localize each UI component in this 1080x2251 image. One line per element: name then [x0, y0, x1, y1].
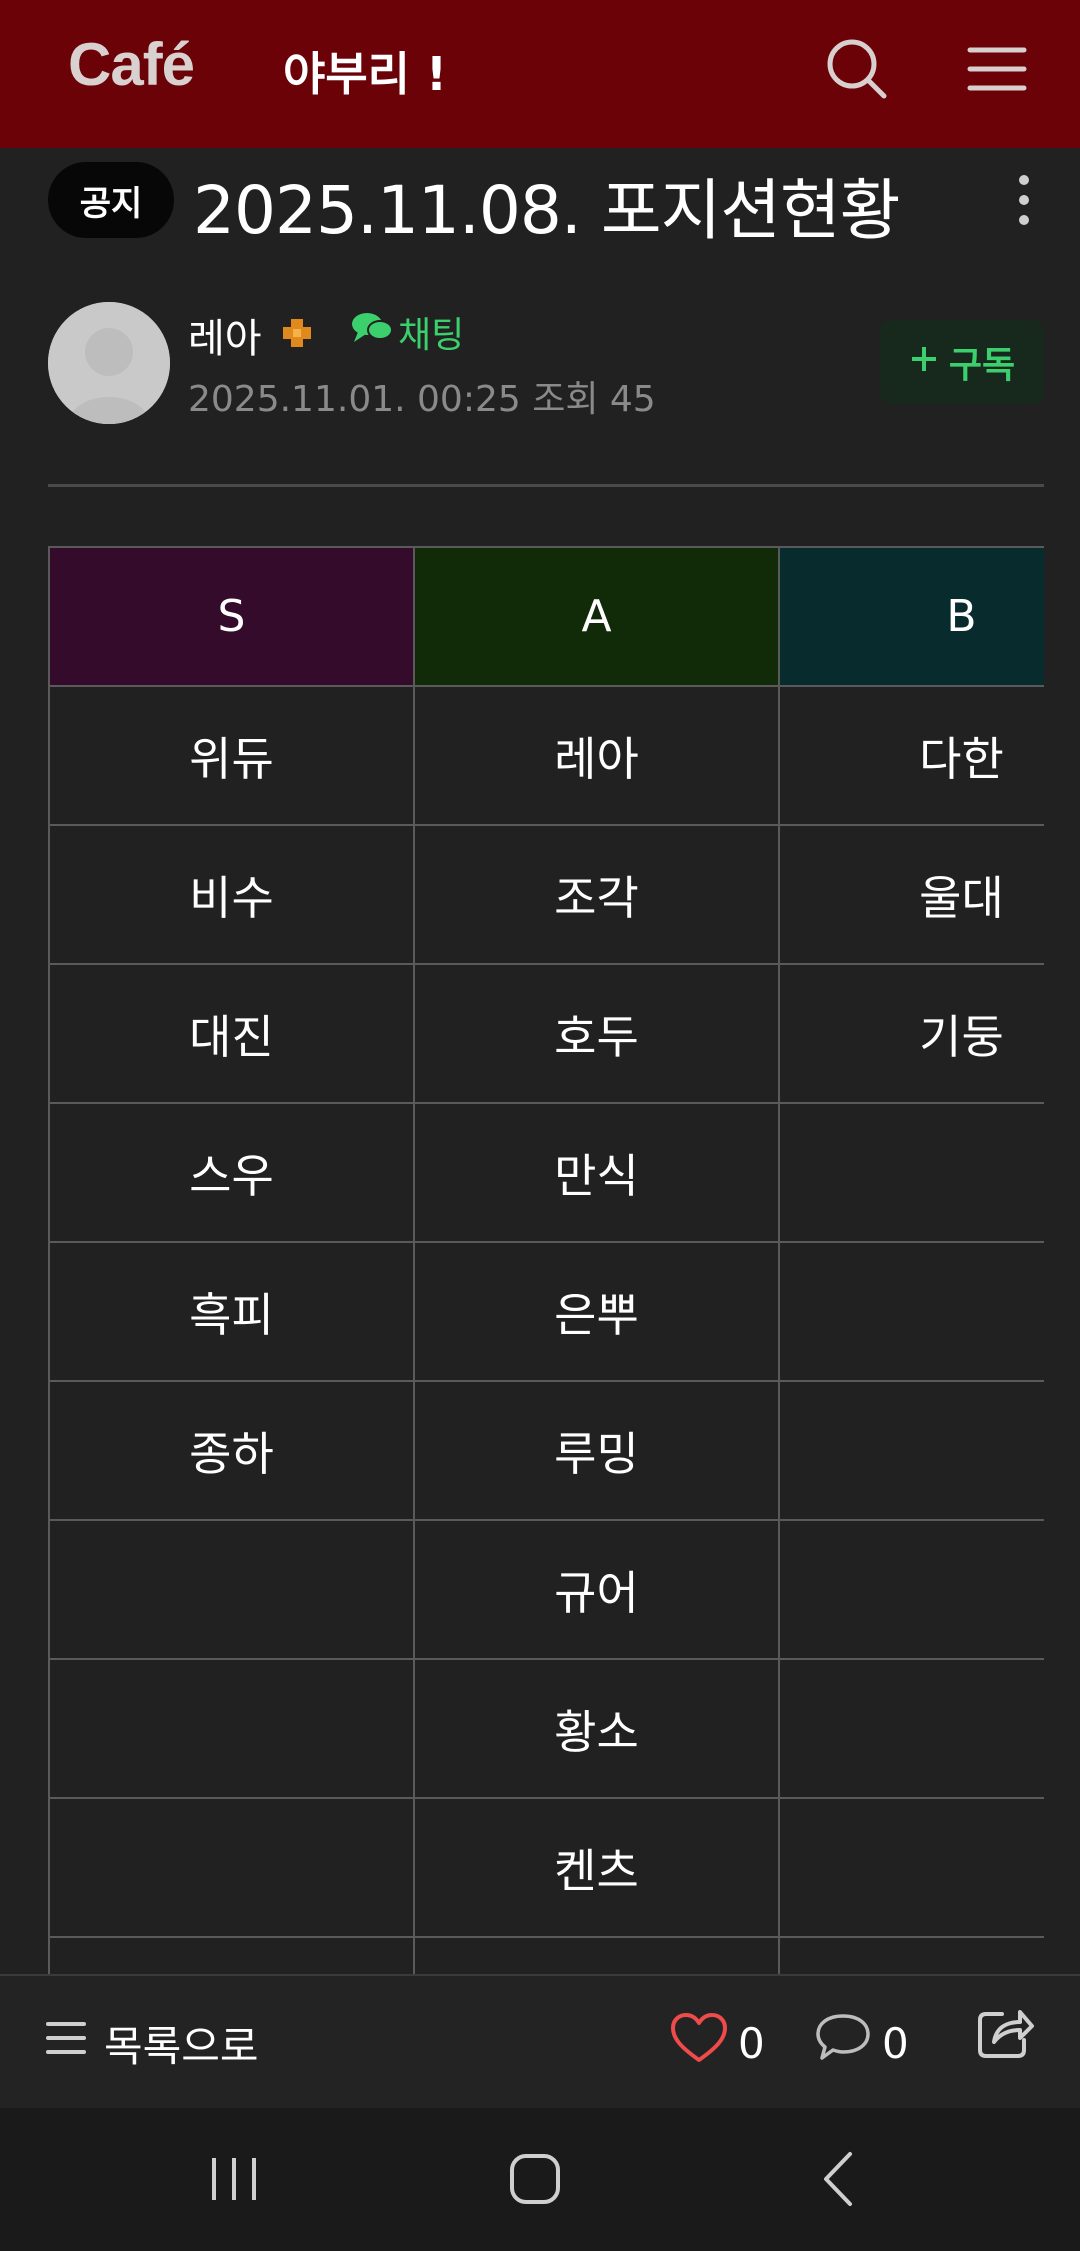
table-cell: [48, 1519, 415, 1660]
table-cell: 만식: [413, 1102, 780, 1243]
table-cell: [778, 1797, 1044, 1938]
post-title: 2025.11.08. 포지션현황: [193, 172, 900, 249]
table-cell: [778, 1102, 1044, 1243]
comment-button[interactable]: 0: [814, 1976, 909, 2110]
member-level-icon: [280, 316, 314, 350]
header-b: B: [778, 546, 1044, 687]
table-cell: 다한: [778, 685, 1044, 826]
table-cell: [48, 1936, 415, 1974]
bottom-action-bar: 목록으로 0 0: [0, 1974, 1080, 2110]
table-cell: 대진: [48, 963, 415, 1104]
table-cell: [413, 1936, 780, 1974]
table-cell: [778, 1241, 1044, 1382]
table-cell: [778, 1658, 1044, 1799]
notice-badge: 공지: [48, 162, 174, 238]
system-nav-bar: [0, 2108, 1080, 2251]
table-cell: 은뿌: [413, 1241, 780, 1382]
table-cell: 스우: [48, 1102, 415, 1243]
position-table: S A B 위듀 레아 다한 비수 조각 울대 대진 호두 기둥 스우 만식 흑…: [48, 546, 1044, 1974]
table-cell: 종하: [48, 1380, 415, 1521]
table-cell: 황소: [413, 1658, 780, 1799]
post-date: 2025.11.01. 00:25: [188, 379, 521, 420]
table-cell: 레아: [413, 685, 780, 826]
table-row: 종하 루밍: [48, 1380, 1044, 1521]
table-row: 황소: [48, 1658, 1044, 1799]
avatar[interactable]: [48, 302, 170, 424]
table-cell: 규어: [413, 1519, 780, 1660]
recent-apps-icon[interactable]: [200, 2144, 270, 2214]
back-icon[interactable]: [806, 2144, 876, 2214]
menu-icon[interactable]: [962, 34, 1032, 104]
table-cell: [778, 1380, 1044, 1521]
table-cell: 울대: [778, 824, 1044, 965]
header-a: A: [413, 546, 780, 687]
table-cell: [48, 1658, 415, 1799]
table-row: [48, 1936, 1044, 1974]
table-cell: [778, 1519, 1044, 1660]
top-app-bar: Café 야부리 !: [0, 0, 1080, 148]
table-cell: 기둥: [778, 963, 1044, 1104]
table-cell: 켄츠: [413, 1797, 780, 1938]
table-cell: [778, 1936, 1044, 1974]
header-s: S: [48, 546, 415, 687]
like-count: 0: [738, 2018, 765, 2068]
list-label: 목록으로: [104, 2021, 259, 2071]
table-cell: 비수: [48, 824, 415, 965]
table-row: 대진 호두 기둥: [48, 963, 1044, 1104]
more-options-icon[interactable]: [1000, 170, 1048, 230]
table-header-row: S A B: [48, 546, 1044, 687]
comment-count: 0: [882, 2018, 909, 2068]
plus-icon: [909, 342, 939, 383]
chat-link[interactable]: 채팅: [350, 306, 464, 358]
chat-label: 채팅: [398, 315, 465, 356]
cafe-name[interactable]: 야부리 !: [283, 38, 447, 104]
share-icon[interactable]: [972, 2000, 1036, 2064]
author-name[interactable]: 레아: [188, 306, 262, 364]
table-row: 스우 만식: [48, 1102, 1044, 1243]
back-to-list-button[interactable]: 목록으로: [44, 1976, 259, 2110]
table-row: 켄츠: [48, 1797, 1044, 1938]
table-cell: 조각: [413, 824, 780, 965]
like-button[interactable]: 0: [670, 1976, 765, 2110]
post-meta: 2025.11.01. 00:25 조회 45: [188, 370, 656, 422]
subscribe-label: 구독: [948, 345, 1016, 386]
heart-icon: [670, 2012, 728, 2074]
table-cell: 루밍: [413, 1380, 780, 1521]
subscribe-button[interactable]: 구독: [880, 320, 1044, 404]
comment-icon: [814, 2012, 872, 2074]
table-row: 흑피 은뿌: [48, 1241, 1044, 1382]
cafe-logo[interactable]: Café: [68, 30, 195, 99]
search-icon[interactable]: [822, 34, 892, 104]
position-table-container[interactable]: S A B 위듀 레아 다한 비수 조각 울대 대진 호두 기둥 스우 만식 흑…: [48, 546, 1044, 1974]
table-cell: [48, 1797, 415, 1938]
home-icon[interactable]: [500, 2144, 570, 2214]
table-row: 위듀 레아 다한: [48, 685, 1044, 826]
table-cell: 흑피: [48, 1241, 415, 1382]
chat-icon: [350, 310, 394, 355]
post-views: 조회 45: [532, 379, 656, 420]
table-row: 비수 조각 울대: [48, 824, 1044, 965]
divider: [48, 484, 1044, 487]
list-icon: [44, 2018, 88, 2068]
table-row: 규어: [48, 1519, 1044, 1660]
table-cell: 위듀: [48, 685, 415, 826]
table-cell: 호두: [413, 963, 780, 1104]
